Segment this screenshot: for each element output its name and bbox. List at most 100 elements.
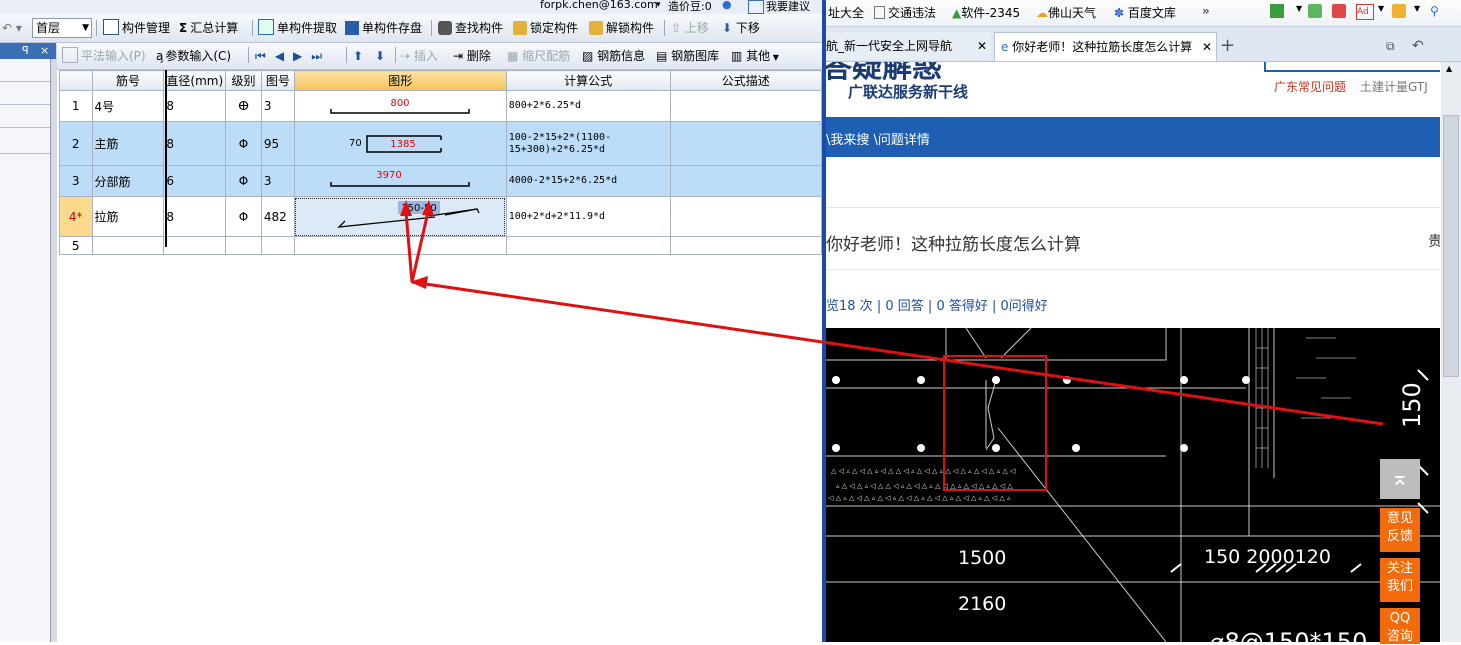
col-header-grade[interactable]: 级别 [225, 70, 262, 91]
cell-name[interactable]: 拉筋 [91, 196, 165, 237]
bell-icon[interactable]: ● [722, 0, 732, 11]
suggest-link[interactable]: 我要建议 [766, 0, 810, 14]
col-header-dia[interactable]: 直径(mm) [163, 70, 227, 91]
bookmark-item[interactable]: 址大全 [828, 4, 864, 21]
row-index[interactable]: 5 [59, 236, 93, 255]
cell-shape[interactable]: 3970 [293, 165, 507, 197]
close-tab-icon[interactable]: ✕ [1199, 33, 1212, 61]
table-row[interactable]: 2 主筋 8 Φ 95 70 1385 100-2*15+2*(1100-15+3… [59, 121, 822, 166]
cell-shape-selected[interactable]: 150-50 [293, 196, 507, 237]
lock-member-button[interactable]: 锁定构件 [513, 19, 578, 37]
move-down-button[interactable]: ⬇ 下移 [722, 19, 760, 37]
table-row[interactable]: 5 [59, 236, 822, 255]
cell-formula[interactable] [505, 236, 671, 255]
search-box[interactable] [1264, 62, 1440, 72]
close-icon[interactable]: × [40, 43, 49, 59]
cell-shape-no[interactable]: 3 [260, 165, 295, 197]
cell-shape[interactable]: 800 [293, 90, 507, 122]
cell-shape[interactable] [293, 236, 507, 255]
cell-formula[interactable]: 100+2*d+2*11.9*d [505, 196, 671, 237]
answers-count[interactable]: 0 回答 [885, 299, 923, 314]
question-image[interactable]: △ ◁ ▵ △ ◁ △ ▵ ◁ △ △ ◁ ▵ △ ◁ △ ▵ △ ◁ △ ▵ … [826, 327, 1440, 645]
bookmark-item[interactable]: ☁佛山天气 [1036, 4, 1096, 21]
cell-shape[interactable]: 70 1385 [293, 121, 507, 166]
scroll-up-icon[interactable]: ▲ [1446, 64, 1452, 73]
top-link[interactable]: 土建计量GTJ [1360, 78, 1428, 95]
apps-icon[interactable] [1270, 4, 1284, 18]
unlock-member-button[interactable]: 解锁构件 [589, 19, 654, 37]
cell-shape-no[interactable]: 95 [260, 121, 295, 166]
cell-formula[interactable]: 4000-2*15+2*6.25*d [505, 165, 671, 197]
last-record-icon[interactable]: ⏭ [311, 49, 331, 63]
next-record-icon[interactable]: ▶ [293, 49, 311, 63]
scrollbar-thumb[interactable] [1443, 115, 1459, 377]
bookmark-item[interactable]: 交通违法 [874, 4, 936, 21]
table-row[interactable]: 1 4号 8 ⴲ 3 800 800+2*6.25*d [59, 90, 822, 122]
pin-icon[interactable]: ꟼ [22, 43, 29, 59]
breadcrumb[interactable]: \我来搜 \问题详情 [826, 129, 930, 148]
rebar-info-button[interactable]: ▨ 钢筋信息 [582, 47, 645, 65]
search-icon[interactable]: ⚲ [1430, 4, 1439, 18]
prev-record-icon[interactable]: ◀ [275, 49, 293, 63]
move-up-button[interactable]: ⇧ 上移 [671, 19, 709, 37]
insert-button[interactable]: ⇢ 插入 [400, 47, 438, 65]
book-icon[interactable] [1308, 4, 1322, 18]
qq-consult-button[interactable]: QQ 咨询 [1380, 608, 1420, 644]
account-email[interactable]: forpk.chen@163.com [540, 0, 658, 11]
first-record-icon[interactable]: ⏮ [255, 49, 275, 63]
row-index[interactable]: 2 [59, 121, 93, 166]
row-index[interactable]: 1 [59, 90, 93, 122]
cell-desc[interactable] [669, 196, 822, 237]
rebar-library-button[interactable]: ▤ 钢筋图库 [656, 47, 719, 65]
bookmark-item[interactable]: ▲软件-2345 [952, 4, 1020, 21]
cell-grade[interactable] [225, 236, 262, 255]
video-icon[interactable] [1332, 4, 1346, 18]
cell-shape-no[interactable] [260, 236, 295, 255]
other-menu-button[interactable]: ▥ 其他 ▼ [731, 47, 779, 65]
feedback-button[interactable]: 意见 反馈 [1380, 508, 1420, 552]
find-member-button[interactable]: 查找构件 [438, 19, 503, 37]
undo-icon[interactable]: ↶ ▾ [2, 19, 22, 37]
cell-desc[interactable] [669, 121, 822, 166]
back-to-top-button[interactable]: ⌅ [1380, 459, 1420, 499]
move-up-small-icon[interactable]: ⬆ [353, 47, 363, 65]
param-input-button[interactable]: a̧ 参数输入(C) [156, 47, 231, 65]
chevron-down-icon[interactable]: ▼ [1296, 4, 1302, 13]
cell-name[interactable]: 分部筋 [91, 165, 165, 197]
restore-tabs-icon[interactable]: ⧉ [1386, 32, 1395, 60]
col-header-name[interactable]: 筋号 [91, 70, 165, 91]
table-row[interactable]: 4* 拉筋 8 Φ 482 150-50 100+2*d+2*11.9*d [59, 196, 822, 237]
cell-dia[interactable] [163, 236, 227, 255]
cell-name[interactable]: 主筋 [91, 121, 165, 166]
cell-grade[interactable]: Φ [225, 196, 262, 237]
cell-grade[interactable]: ⴲ [225, 90, 262, 122]
pdf-icon[interactable]: Ad [1356, 4, 1374, 20]
floor-select[interactable]: 首层 ▼ [32, 18, 92, 38]
cell-formula[interactable]: 100-2*15+2*(1100-15+300)+2*6.25*d [505, 121, 671, 166]
delete-button[interactable]: ⇥ 删除 [453, 47, 491, 65]
cell-dia[interactable]: 6 [163, 165, 227, 197]
col-header-shape[interactable]: 图形 [293, 70, 507, 91]
cell-desc[interactable] [669, 90, 822, 122]
game-icon[interactable] [1392, 4, 1406, 18]
bookmark-item[interactable]: ✽ 百度文库 [1114, 4, 1176, 21]
chevron-down-icon[interactable]: ▼ [1414, 4, 1420, 13]
close-tab-icon[interactable]: ✕ [977, 32, 987, 60]
ruler-rebar-button[interactable]: ▦ 缩尺配筋 [507, 47, 570, 65]
cell-desc[interactable] [669, 165, 822, 197]
more-bookmarks-icon[interactable]: » [1202, 4, 1210, 18]
row-index[interactable]: 4* [59, 196, 93, 237]
summary-calc-button[interactable]: Σ 汇总计算 [179, 19, 238, 37]
tab-navigation[interactable]: 航_新一代安全上网导航 ✕ [826, 32, 991, 60]
single-extract-button[interactable]: 单构件提取 [258, 19, 337, 37]
col-header-desc[interactable]: 公式描述 [669, 70, 822, 91]
record-nav[interactable]: ⏮◀▶⏭ [255, 47, 331, 65]
cell-grade[interactable]: Φ [225, 121, 262, 166]
cell-desc[interactable] [669, 236, 822, 255]
chevron-down-icon[interactable]: ▼ [1378, 4, 1384, 13]
cell-name[interactable]: 4号 [91, 90, 165, 122]
cell-shape-no[interactable]: 3 [260, 90, 295, 122]
good-answers-count[interactable]: 0 答得好 [936, 299, 987, 314]
cell-dia[interactable]: 8 [163, 90, 227, 122]
cell-grade[interactable]: Φ [225, 165, 262, 197]
